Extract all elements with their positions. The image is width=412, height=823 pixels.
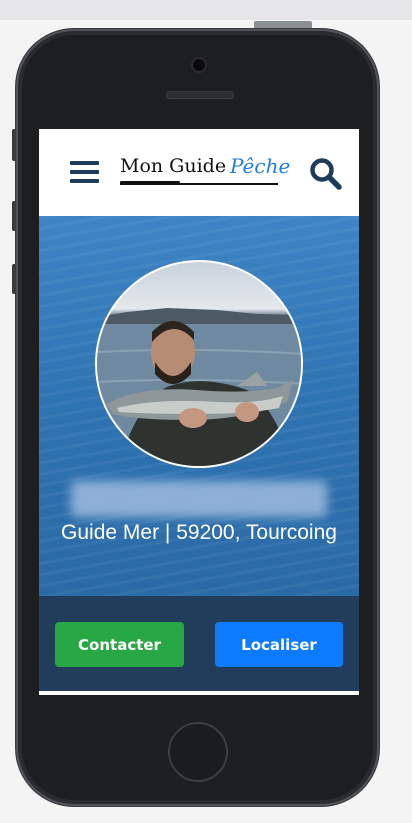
contact-button[interactable]: Contacter: [55, 622, 184, 667]
top-navigation: Mon Guide Pêche: [39, 129, 359, 216]
top-gray-bar: [0, 0, 412, 20]
search-icon[interactable]: [307, 156, 343, 190]
phone-camera: [193, 59, 205, 71]
phone-power-button: [254, 21, 312, 29]
site-logo[interactable]: Mon Guide Pêche: [120, 154, 290, 189]
action-bar: Contacter Localiser: [39, 596, 359, 695]
logo-text: Mon Guide: [120, 155, 227, 177]
logo-line-graphic: [120, 183, 278, 185]
guide-name-blurred: [71, 481, 327, 517]
profile-avatar[interactable]: [95, 260, 303, 468]
phone-speaker: [166, 91, 234, 99]
profile-hero: Guide Mer | 59200, Tourcoing: [39, 216, 359, 596]
phone-screen: Mon Guide Pêche Guide Mer | 59200, Tourc…: [39, 129, 359, 695]
locate-button[interactable]: Localiser: [215, 622, 343, 667]
guide-subtitle: Guide Mer | 59200, Tourcoing: [61, 521, 337, 544]
screen-bottom-edge: [39, 695, 359, 698]
logo-accent-text: Pêche: [230, 154, 291, 178]
hamburger-menu-icon[interactable]: [70, 161, 99, 183]
phone-home-button: [168, 722, 228, 782]
